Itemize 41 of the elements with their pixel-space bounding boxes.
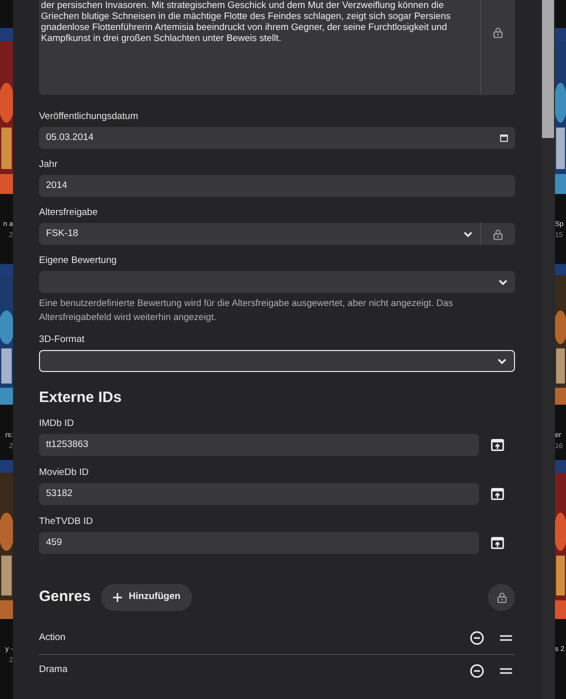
remove-icon[interactable] (470, 631, 484, 645)
select-field[interactable] (39, 271, 515, 293)
remove-icon[interactable] (470, 664, 484, 678)
plus-icon (112, 592, 122, 602)
date-field[interactable]: 05.03.2014 (39, 127, 515, 149)
select-field[interactable] (39, 350, 515, 372)
select-field[interactable]: FSK-18 (39, 223, 515, 245)
field-label: Veröffentlichungsdatum (39, 111, 140, 123)
genre-name: Drama (39, 663, 69, 678)
drag-handle-icon[interactable] (500, 635, 512, 641)
text-field[interactable]: 2014 (39, 175, 515, 197)
open-external-icon[interactable] (490, 536, 504, 548)
add-button[interactable]: Hinzufügen (100, 584, 192, 610)
lock-icon (496, 592, 506, 602)
help-text: Eine benutzerdefinierte Bewertung wird für die Altersfreigabe ausgewertet, aber nicht angezeigt. Das Altersfreigabefeld wird weiterhin angezeigt. (39, 297, 454, 324)
description-text: der persischen Invasoren. Mit strategischem Geschick und dem Mut der Verzweiflung können die Griechen blutige Schneisen in die mächtige Flotte des Feindes schlagen, zeigt sich sogar Persiens gnadenlose Flottenführerin Artemisia beeindruckt von ihrem Gegner, der seine Furchtlosigkeit und Kampfkunst in drei großen Schlachten unter Beweis stellt. (40, 0, 452, 45)
text-field[interactable]: 459 (39, 532, 479, 554)
section-heading: Externe IDs (39, 388, 123, 408)
text-field[interactable]: 53182 (39, 482, 479, 504)
open-external-icon[interactable] (490, 438, 504, 450)
chevron-down-icon (498, 278, 508, 286)
lock-icon (493, 27, 503, 38)
open-external-icon[interactable] (490, 488, 504, 500)
lock-icon (493, 228, 503, 240)
calendar-icon[interactable] (500, 134, 508, 142)
drag-handle-icon[interactable] (500, 668, 512, 674)
chevron-down-icon (463, 230, 473, 238)
field-label: 3D-Format (39, 334, 86, 346)
chevron-down-icon (497, 358, 507, 364)
lock-button[interactable] (488, 584, 515, 610)
section-heading: Genres (39, 586, 91, 607)
description-field[interactable] (39, 0, 515, 95)
field-label: MovieDb ID (39, 466, 90, 478)
field-label: TheTVDB ID (39, 516, 94, 528)
scrollbar-thumb[interactable] (542, 0, 554, 138)
field-label: IMDb ID (39, 418, 75, 430)
field-label: Eigene Bewertung (39, 255, 118, 267)
text-field[interactable]: tt1253863 (39, 434, 479, 456)
field-label: Jahr (39, 159, 58, 171)
genre-name: Action (39, 630, 66, 645)
field-label: Altersfreigabe (39, 207, 99, 219)
